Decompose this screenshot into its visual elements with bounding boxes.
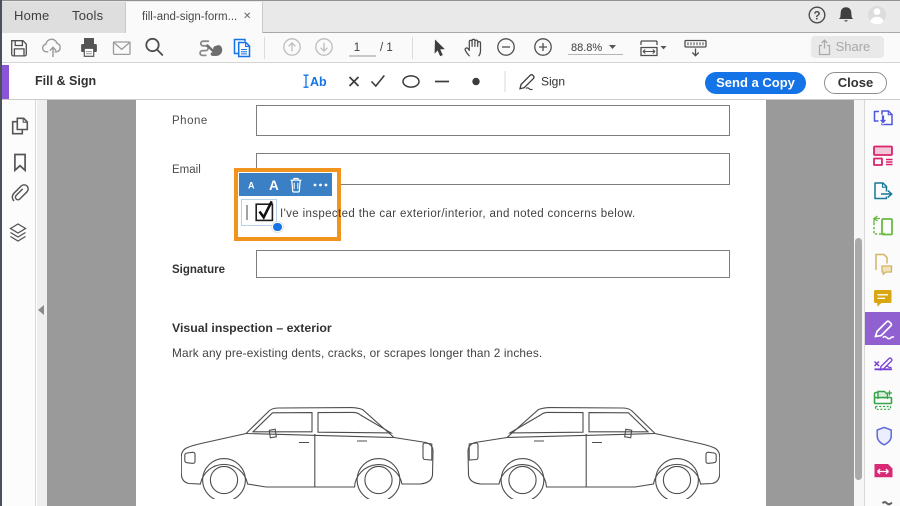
- svg-text:Ab: Ab: [310, 75, 327, 89]
- svg-text:88.8%: 88.8%: [571, 42, 602, 54]
- svg-text:Sign: Sign: [541, 75, 565, 89]
- svg-text:/ 1: / 1: [380, 42, 393, 54]
- svg-text:?: ?: [813, 11, 820, 23]
- svg-text:A: A: [248, 181, 255, 191]
- svg-text:A: A: [269, 178, 279, 193]
- svg-text:1: 1: [354, 42, 360, 54]
